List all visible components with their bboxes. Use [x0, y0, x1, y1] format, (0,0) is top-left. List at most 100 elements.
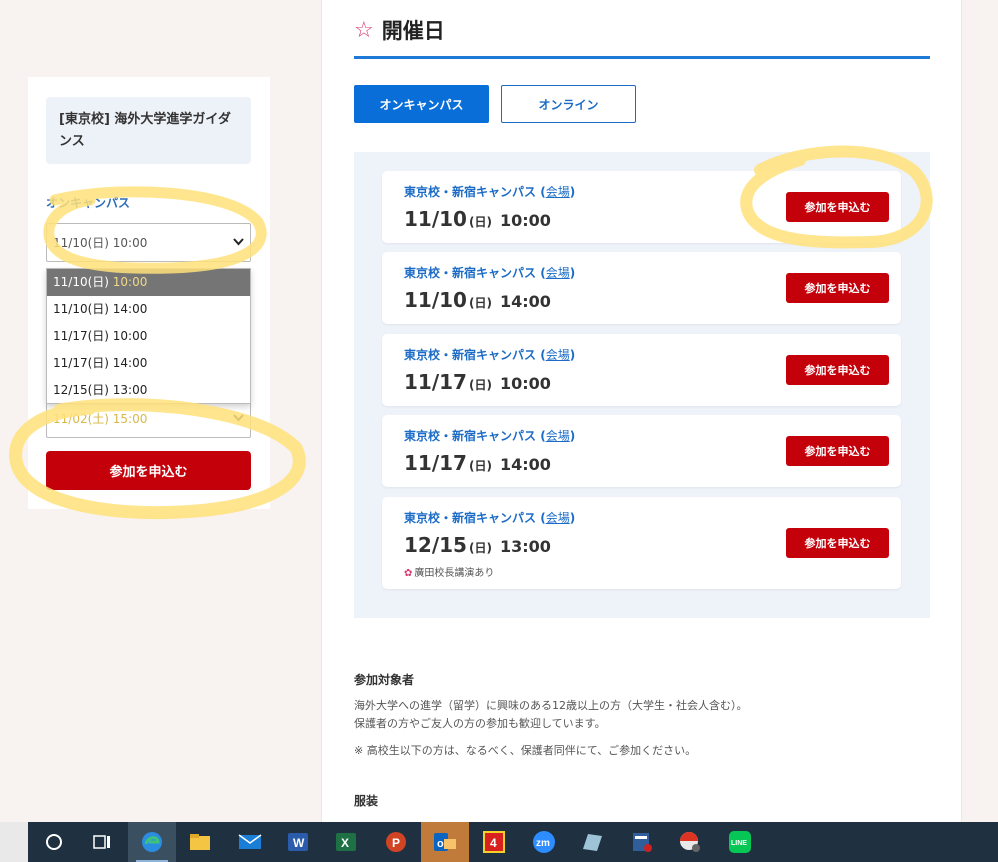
campus-name: 東京校・新宿キャンパス (会場) — [404, 266, 576, 280]
chevron-down-icon — [233, 412, 244, 425]
dropdown-option[interactable]: 11/17(日) 14:00 — [47, 350, 250, 377]
session-time: 10:00 — [499, 374, 551, 393]
option-time: 14:00 — [112, 356, 148, 370]
session-date: 11/17 — [404, 451, 467, 475]
session-datetime: 11/10 (日) 14:00 — [404, 288, 551, 312]
session-note-text: 廣田校長講演あり — [414, 568, 495, 579]
campus-text: 東京校・新宿キャンパス — [404, 429, 537, 443]
session-date: 12/15 — [404, 533, 467, 557]
red-app-label: 4 — [490, 836, 497, 850]
session-datetime: 12/15 (日) 13:00 — [404, 533, 551, 557]
dropdown-option[interactable]: 11/10(日) 10:00 — [47, 269, 250, 296]
session-card: 東京校・新宿キャンパス (会場) 11/10 (日) 10:00 参加を申込む — [382, 171, 901, 243]
option-time: 10:00 — [112, 275, 148, 289]
campus-text: 東京校・新宿キャンパス — [404, 348, 537, 362]
option-date: 12/15(日) — [53, 383, 109, 397]
campus-text: 東京校・新宿キャンパス — [404, 511, 537, 525]
dropdown-option[interactable]: 12/15(日) 13:00 — [47, 377, 250, 404]
apply-button[interactable]: 参加を申込む — [786, 355, 889, 385]
option-date: 11/10(日) — [53, 302, 109, 316]
session-time: 14:00 — [499, 455, 551, 474]
venue-link[interactable]: 会場 — [546, 511, 570, 525]
second-select[interactable]: 11/02(土) 15:00 — [46, 399, 251, 438]
line-icon[interactable]: LINE — [716, 822, 764, 862]
zoom-label: zm — [536, 838, 550, 849]
outlook-icon[interactable]: o — [421, 822, 469, 862]
option-date: 11/17(日) — [53, 329, 109, 343]
excel-label: X — [341, 836, 349, 850]
mail-icon[interactable] — [226, 822, 274, 862]
session-date: 11/10 — [404, 207, 467, 231]
campus-text: 東京校・新宿キャンパス — [404, 266, 537, 280]
session-datetime: 11/17 (日) 10:00 — [404, 370, 551, 394]
session-date: 11/17 — [404, 370, 467, 394]
line-label: LINE — [731, 840, 747, 847]
edge-icon[interactable] — [128, 822, 176, 862]
target-line-1: 海外大学への進学（留学）に興味のある12歳以上の方（大学生・社会人含む）。 — [354, 699, 748, 712]
apply-button[interactable]: 参加を申込む — [786, 528, 889, 558]
session-dow: (日) — [468, 459, 492, 473]
taskbar: W X P o 4 zm LINE — [0, 822, 998, 862]
dropdown-option[interactable]: 11/17(日) 10:00 — [47, 323, 250, 350]
mode-label: オンキャンパス — [46, 196, 131, 210]
option-time: 10:00 — [112, 329, 148, 343]
sidebar-apply-button[interactable]: 参加を申込む — [46, 451, 251, 490]
campus-text: 東京校・新宿キャンパス — [404, 185, 537, 199]
section-heading: ☆ 開催日 — [354, 16, 930, 59]
session-dow: (日) — [468, 541, 492, 555]
flower-mark-icon: ✿ — [404, 568, 413, 579]
session-datetime: 11/10 (日) 10:00 — [404, 207, 551, 231]
session-datetime: 11/17 (日) 14:00 — [404, 451, 551, 475]
apply-button[interactable]: 参加を申込む — [786, 192, 889, 222]
date-dropdown-list: 11/10(日) 10:00 11/10(日) 14:00 11/17(日) 1… — [46, 268, 251, 404]
apply-button[interactable]: 参加を申込む — [786, 273, 889, 303]
star-outline-icon: ☆ — [354, 18, 374, 43]
outlook-label: o — [437, 838, 444, 850]
word-icon[interactable]: W — [274, 822, 322, 862]
ppt-label: P — [392, 836, 400, 850]
target-heading: 参加対象者 — [354, 673, 415, 687]
venue-link[interactable]: 会場 — [546, 266, 570, 280]
chevron-down-icon — [233, 236, 244, 249]
target-line-2: 保護者の方やご友人の方の参加も歓迎しています。 — [354, 717, 606, 730]
session-dow: (日) — [468, 296, 492, 310]
option-date: 11/17(日) — [53, 356, 109, 370]
cortana-icon[interactable] — [30, 822, 78, 862]
session-dow: (日) — [468, 378, 492, 392]
apply-button[interactable]: 参加を申込む — [786, 436, 889, 466]
session-note: ✿ 廣田校長講演あり — [404, 564, 494, 579]
task-view-icon[interactable] — [78, 822, 126, 862]
camera-ball-icon[interactable] — [666, 822, 714, 862]
database-icon[interactable] — [618, 822, 666, 862]
dropdown-option[interactable]: 11/10(日) 14:00 — [47, 296, 250, 323]
session-time: 10:00 — [499, 211, 551, 230]
tab-online[interactable]: オンライン — [501, 85, 636, 123]
session-card: 東京校・新宿キャンパス (会場) 11/17 (日) 14:00 参加を申込む — [382, 415, 901, 487]
campus-name: 東京校・新宿キャンパス (会場) — [404, 429, 576, 443]
tab-on-campus[interactable]: オンキャンパス — [354, 85, 489, 123]
powerpoint-icon[interactable]: P — [372, 822, 420, 862]
second-select-value: 11/02(土) 15:00 — [53, 412, 148, 426]
session-card: 東京校・新宿キャンパス (会場) 11/17 (日) 10:00 参加を申込む — [382, 334, 901, 406]
file-explorer-icon[interactable] — [176, 822, 224, 862]
venue-link[interactable]: 会場 — [546, 429, 570, 443]
date-select-value: 11/10(日) 10:00 — [53, 236, 148, 250]
campus-name: 東京校・新宿キャンパス (会場) — [404, 348, 576, 362]
session-card: 東京校・新宿キャンパス (会場) 12/15 (日) 13:00 ✿ 廣田校長講演あり… — [382, 497, 901, 589]
venue-link[interactable]: 会場 — [546, 185, 570, 199]
taskbar-edge — [0, 822, 28, 862]
event-title: [東京校] 海外大学進学ガイダンス — [46, 97, 251, 164]
date-select[interactable]: 11/10(日) 10:00 — [46, 223, 251, 262]
notes-icon[interactable] — [568, 822, 616, 862]
app-red-icon[interactable]: 4 — [470, 822, 518, 862]
zoom-icon[interactable]: zm — [520, 822, 568, 862]
option-date: 11/10(日) — [53, 275, 109, 289]
venue-link[interactable]: 会場 — [546, 348, 570, 362]
session-date: 11/10 — [404, 288, 467, 312]
excel-icon[interactable]: X — [322, 822, 370, 862]
main-content: ☆ 開催日 オンキャンパス オンライン 東京校・新宿キャンパス (会場) 11/… — [321, 0, 962, 822]
session-dow: (日) — [468, 215, 492, 229]
campus-name: 東京校・新宿キャンパス (会場) — [404, 511, 576, 525]
dress-heading: 服装 — [354, 794, 379, 808]
session-time: 14:00 — [499, 292, 551, 311]
